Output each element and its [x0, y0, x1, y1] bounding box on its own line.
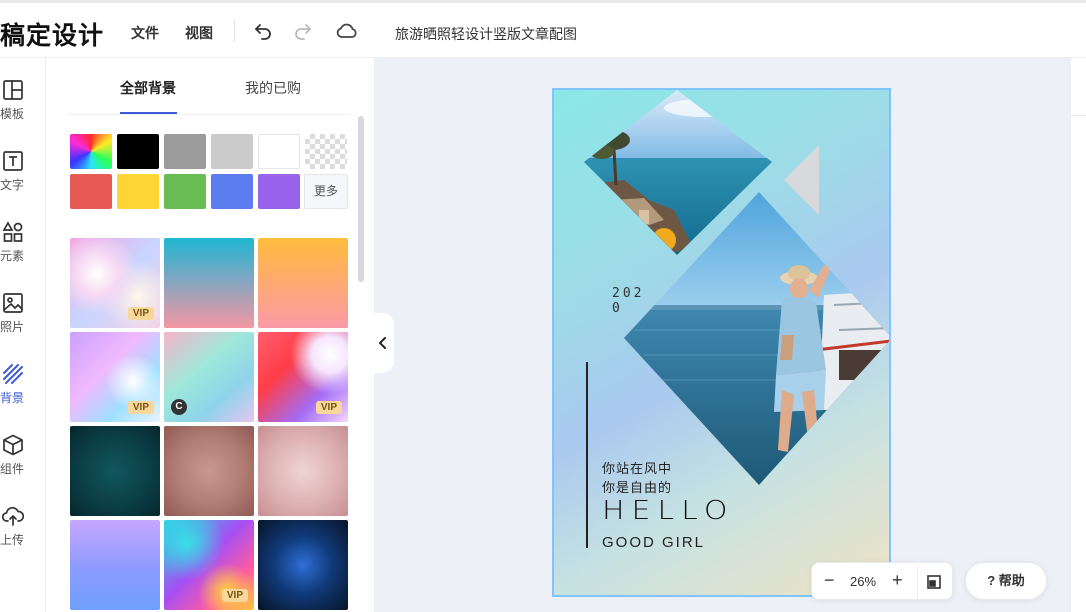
document-title[interactable]: 旅游晒照轻设计竖版文章配图 — [395, 24, 577, 44]
vip-badge: VIP — [221, 589, 248, 602]
vip-badge: VIP — [127, 307, 154, 320]
rail-item-elements[interactable]: 元素 — [0, 221, 46, 283]
cloud-save-icon[interactable] — [335, 19, 359, 43]
swatch-light-gray[interactable] — [211, 134, 253, 169]
rail-item-background[interactable]: 背景 — [0, 363, 46, 425]
collapse-panel-button[interactable] — [373, 313, 394, 373]
bg-thumb[interactable]: VIP — [258, 332, 348, 422]
chevron-left-icon — [379, 337, 386, 349]
component-icon — [3, 434, 23, 456]
tabs-divider — [69, 114, 351, 115]
zoom-out-button[interactable]: − — [824, 570, 835, 591]
swatch-green[interactable] — [164, 174, 206, 209]
vip-badge: VIP — [315, 401, 342, 414]
top-bar: 稿定设计 文件 视图 旅游晒照轻设计竖版文章配图 — [0, 0, 1086, 58]
app-logo[interactable]: 稿定设计 — [0, 16, 104, 52]
upload-icon — [2, 506, 24, 526]
bg-thumb[interactable]: VIP — [70, 332, 160, 422]
rail-item-text[interactable]: 文字 — [0, 150, 46, 212]
poster-subline[interactable]: GOOD GIRL — [602, 534, 705, 551]
zoom-divider — [917, 565, 918, 599]
redo-icon[interactable] — [291, 19, 315, 43]
rail-item-photo[interactable]: 照片 — [0, 292, 46, 354]
template-icon — [3, 80, 23, 100]
rail-label: 文字 — [0, 178, 25, 192]
zoom-controls: − 26% + — [811, 562, 953, 600]
poster-year-text: 202 0 — [612, 286, 645, 316]
rail-label: 背景 — [0, 391, 25, 405]
elements-icon — [2, 221, 23, 242]
rail-label: 元素 — [0, 249, 25, 263]
text-icon — [3, 151, 23, 171]
toolbar-divider — [234, 20, 235, 42]
right-panel-edge — [1071, 58, 1086, 116]
fit-screen-icon[interactable] — [926, 574, 942, 590]
poster-text-line1[interactable]: 你站在风中 — [602, 458, 672, 477]
rail-label: 照片 — [0, 320, 25, 334]
bg-thumb[interactable]: VIP — [164, 520, 254, 610]
rail-item-component[interactable]: 组件 — [0, 434, 46, 496]
bg-thumb[interactable] — [70, 426, 160, 516]
swatch-yellow[interactable] — [117, 174, 159, 209]
swatch-blue[interactable] — [211, 174, 253, 209]
bg-thumb[interactable] — [164, 426, 254, 516]
menu-file[interactable]: 文件 — [131, 23, 159, 43]
poster-text-line2[interactable]: 你是自由的 — [602, 477, 672, 496]
rail-item-template[interactable]: 模板 — [0, 79, 46, 141]
photo-icon — [3, 293, 23, 313]
swatch-rainbow[interactable] — [70, 134, 112, 169]
bg-thumb[interactable]: C — [164, 332, 254, 422]
zoom-in-button[interactable]: + — [892, 570, 903, 591]
vip-badge: VIP — [127, 401, 154, 414]
bg-thumb[interactable] — [258, 426, 348, 516]
background-panel: 全部背景 我的已购 更多 VIP VIP C VIP VIP — [47, 58, 373, 612]
rail-label: 上传 — [0, 533, 25, 547]
swatch-white[interactable] — [258, 134, 300, 169]
bg-thumb[interactable] — [70, 520, 160, 610]
rail-label: 组件 — [0, 462, 25, 476]
tab-purchased[interactable]: 我的已购 — [245, 78, 301, 98]
bg-thumb[interactable] — [258, 238, 348, 328]
poster-canvas[interactable]: 202 0 你站在风中 你是自由的 HELLO GOOD GIRL — [552, 88, 891, 597]
rail-item-upload[interactable]: 上传 — [0, 505, 46, 567]
background-icon — [3, 364, 23, 384]
swatch-gray[interactable] — [164, 134, 206, 169]
bg-thumb[interactable]: VIP — [70, 238, 160, 328]
swatch-transparent[interactable] — [305, 134, 347, 169]
help-button[interactable]: ? 帮助 — [965, 562, 1047, 600]
poster-year[interactable]: 202 0 — [612, 286, 644, 316]
undo-icon[interactable] — [251, 19, 275, 43]
more-colors-button[interactable]: 更多 — [304, 174, 348, 209]
rail-label: 模板 — [0, 107, 25, 121]
decorative-triangle — [784, 145, 819, 215]
swatch-black[interactable] — [117, 134, 159, 169]
tab-all-backgrounds[interactable]: 全部背景 — [120, 78, 176, 98]
left-rail: 模板 文字 元素 照片 背景 组件 上传 — [0, 58, 46, 612]
bg-thumb[interactable] — [164, 238, 254, 328]
swatch-purple[interactable] — [258, 174, 300, 209]
copyright-badge: C — [171, 399, 187, 415]
swatch-red[interactable] — [70, 174, 112, 209]
panel-scrollbar[interactable] — [358, 116, 364, 282]
menu-view[interactable]: 视图 — [185, 23, 213, 43]
bg-thumb[interactable] — [258, 520, 348, 610]
poster-headline[interactable]: HELLO — [602, 496, 735, 526]
zoom-level[interactable]: 26% — [850, 574, 876, 589]
poster-vertical-line[interactable] — [586, 362, 588, 548]
